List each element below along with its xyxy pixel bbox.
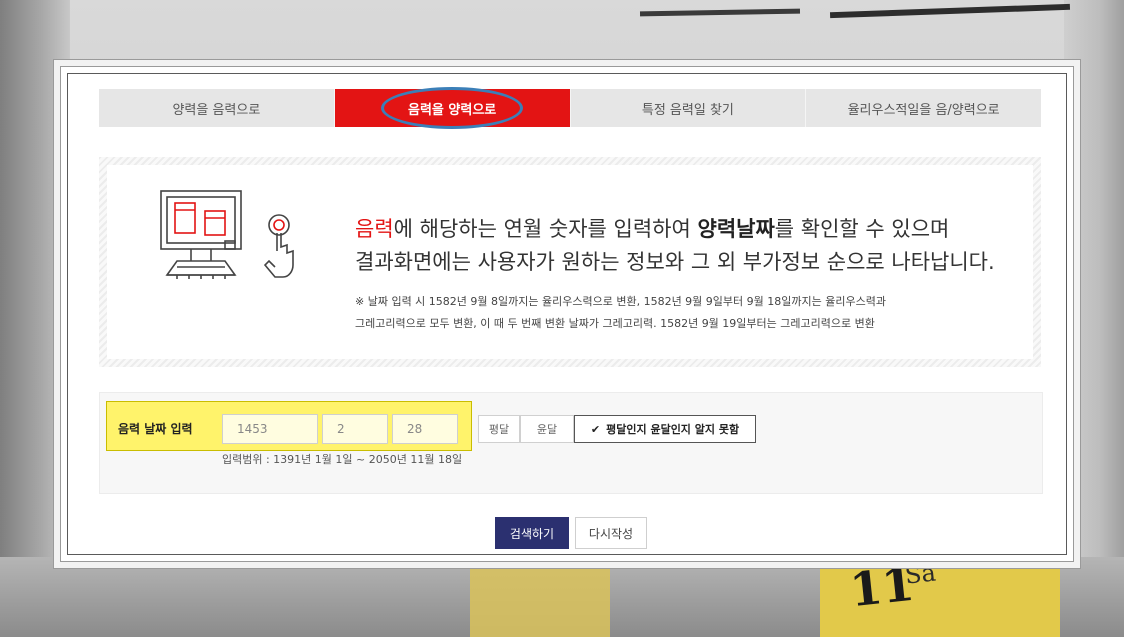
computer-click-icon: [160, 190, 294, 279]
tab-label: 특정 음력일 찾기: [641, 102, 734, 118]
normal-month-option[interactable]: 평달: [478, 415, 520, 443]
tab-julian-day[interactable]: 율리우스적일을 음/양력으로: [806, 89, 1041, 127]
background-yellow-block: [470, 560, 610, 637]
tab-find-lunar-date[interactable]: 특정 음력일 찾기: [570, 89, 807, 127]
background-weekday: Sa: [903, 558, 938, 590]
leap-month-option[interactable]: 윤달: [520, 415, 574, 443]
tab-label: 양력을 음력으로: [172, 102, 261, 118]
headline-text: 에 해당하는 연월 숫자를 입력하여: [393, 217, 698, 241]
month-input[interactable]: [322, 414, 388, 444]
note-line: ※ 날짜 입력 시 1582년 9월 8일까지는 율리우스력으로 변환, 158…: [355, 295, 886, 308]
converter-card: 양력을 음력으로 음력을 양력으로 특정 음력일 찾기 율리우스적일을 음/양력…: [60, 66, 1074, 562]
highlight-circle: [381, 87, 524, 129]
input-range-text: 입력범위 : 1391년 1월 1일 ~ 2050년 11월 18일: [222, 453, 463, 466]
unknown-option-label: 평달인지 윤달인지 알지 못함: [606, 423, 740, 436]
year-input[interactable]: [222, 414, 318, 444]
search-button[interactable]: 검색하기: [495, 517, 569, 549]
tab-bar: 양력을 음력으로 음력을 양력으로 특정 음력일 찾기 율리우스적일을 음/양력…: [99, 87, 1041, 129]
check-icon: ✔: [590, 422, 601, 436]
headline-line2: 결과화면에는 사용자가 원하는 정보와 그 외 부가정보 순으로 나타납니다.: [355, 250, 995, 274]
headline-text: 를 확인할 수 있으며: [774, 217, 950, 241]
tab-lunar-to-solar[interactable]: 음력을 양력으로: [334, 87, 571, 129]
tab-solar-to-lunar[interactable]: 양력을 음력으로: [99, 89, 335, 127]
info-note: ※ 날짜 입력 시 1582년 9월 8일까지는 율리우스력으로 변환, 158…: [355, 291, 1035, 335]
headline-lunar: 음력: [355, 217, 394, 241]
lunar-date-label: 음력 날짜 입력: [118, 422, 193, 436]
unknown-month-option[interactable]: ✔ 평달인지 윤달인지 알지 못함: [574, 415, 756, 443]
info-box: 음력에 해당하는 연월 숫자를 입력하여 양력날짜를 확인할 수 있으며 결과화…: [99, 157, 1041, 367]
background-line: [829, 3, 1071, 19]
tab-label: 율리우스적일을 음/양력으로: [847, 102, 1000, 118]
note-line: 그레고리력으로 모두 변환, 이 때 두 번째 변환 날짜가 그레고리력. 15…: [355, 317, 875, 330]
info-headline: 음력에 해당하는 연월 숫자를 입력하여 양력날짜를 확인할 수 있으며 결과화…: [355, 213, 1035, 279]
reset-button[interactable]: 다시작성: [575, 517, 647, 549]
background-line: [639, 8, 801, 17]
date-input-area: 음력 날짜 입력 평달 윤달 ✔ 평달인지 윤달인지 알지 못함 입력범위 : …: [99, 392, 1043, 494]
info-content: 음력에 해당하는 연월 숫자를 입력하여 양력날짜를 확인할 수 있으며 결과화…: [107, 165, 1033, 359]
headline-bold: 양력날짜: [697, 217, 775, 241]
day-input[interactable]: [392, 414, 458, 444]
